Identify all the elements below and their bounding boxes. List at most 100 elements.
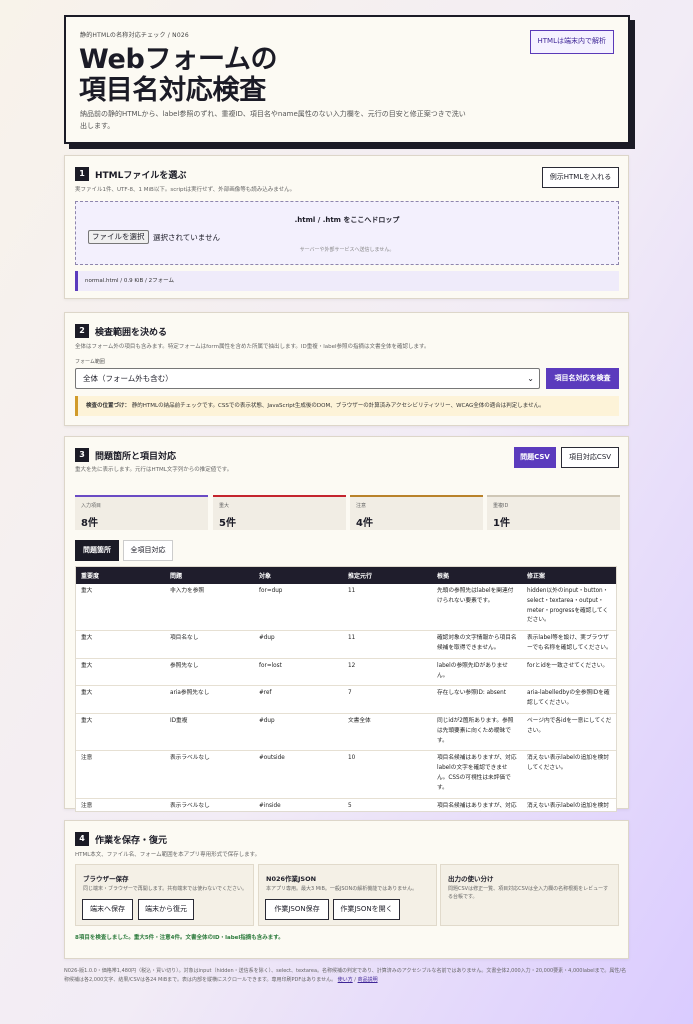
scope-note: 検査の位置づけ： 静的HTMLの納品前チェックです。CSSでの表示状態、Java… <box>75 396 619 416</box>
severity-cell: 重大 <box>76 658 165 687</box>
step2-desc: 全体はフォーム外の項目も含みます。特定フォームはform属性を含めた所属で抽出し… <box>75 344 430 350</box>
line-cell: 11 <box>343 630 432 659</box>
fix-cell: forとidを一致させてください。 <box>522 658 616 687</box>
fix-cell: 表示label等を設け、実ブラウザーでも名称を確認してください。 <box>522 630 616 659</box>
col-target[interactable]: 対象 <box>254 567 343 584</box>
issues-table-wrapper[interactable]: 重要度 問題 対象 推定元行 根拠 修正案 重大 非入力を参照 for=dup 11 先… <box>75 566 617 812</box>
issue-cell: aria参照先なし <box>165 685 254 714</box>
col-basis[interactable]: 根拠 <box>432 567 522 584</box>
drop-zone-note: サーバーや外部サービスへ送信しません。 <box>299 247 395 253</box>
line-cell: 10 <box>343 750 432 799</box>
basis-cell: 存在しない参照ID: absent <box>432 685 522 714</box>
target-cell: for=lost <box>254 658 343 687</box>
basis-cell: 確認対象の文字情報から項目名候補を取得できません。 <box>432 630 522 659</box>
note-text: 静的HTMLの納品前チェックです。CSSでの表示状態、JavaScript生成後… <box>131 403 545 409</box>
output-usage-card: 出力の使い分け 問題CSVは修正一覧、項目対応CSVは全入力欄の名称根拠をレビュ… <box>440 864 619 926</box>
basis-cell: 項目名候補はありますが、対応labelの文字を確認できません。 <box>432 798 522 811</box>
issue-cell: 非入力を参照 <box>165 584 254 632</box>
table-row: 重大 aria参照先なし #ref 7 存在しない参照ID: absent aria-la… <box>76 685 616 714</box>
scope-select[interactable]: 全体（フォーム外も含む） ⌄ <box>75 368 540 389</box>
line-cell: 7 <box>343 685 432 714</box>
issue-cell: 項目名なし <box>165 630 254 659</box>
severity-cell: 重大 <box>76 713 165 752</box>
stat-duplicate-id: 重複ID 1件 <box>487 495 620 530</box>
status-message: 8項目を検査しました。重大5件・注意4件。文書全体のID・label指摘も含みま… <box>75 935 284 941</box>
title-line-1: Webフォームの <box>79 44 278 75</box>
line-cell: 11 <box>343 584 432 632</box>
restore-local-button[interactable]: 端末から復元 <box>138 899 194 920</box>
step2-panel: 2 検査範囲を決める 全体はフォーム外の項目も含みます。特定フォームはform属… <box>64 312 629 426</box>
target-cell: #dup <box>254 630 343 659</box>
file-status: 選択されていません <box>153 233 221 242</box>
step-number: 2 <box>75 324 89 338</box>
issue-cell: 表示ラベルなし <box>165 750 254 799</box>
step1-panel: 1 HTMLファイルを選ぶ 実ファイル1件、UTF-8、1 MiB以下。scri… <box>64 155 629 299</box>
col-line[interactable]: 推定元行 <box>343 567 432 584</box>
step3-panel: 3 問題箇所と項目対応 重大を先に表示します。元行はHTML文字列からの推定値で… <box>64 436 629 812</box>
card-title: 出力の使い分け <box>448 875 494 883</box>
issues-csv-button[interactable]: 問題CSV <box>514 447 556 468</box>
step1-header: 1 HTMLファイルを選ぶ <box>75 167 186 181</box>
table-row: 重大 ID重複 #dup 文書全体 同じidが2箇所あります。参照は先頭要素に向くため曖… <box>76 713 616 752</box>
col-issue[interactable]: 問題 <box>165 567 254 584</box>
open-json-button[interactable]: 作業JSONを開く <box>333 899 400 920</box>
target-cell: #ref <box>254 685 343 714</box>
save-json-button[interactable]: 作業JSON保存 <box>265 899 329 920</box>
severity-cell: 重大 <box>76 584 165 632</box>
stat-value: 8件 <box>81 518 98 529</box>
save-local-button[interactable]: 端末へ保存 <box>82 899 133 920</box>
card-title: N026作業JSON <box>266 875 317 883</box>
col-fix[interactable]: 修正案 <box>522 567 616 584</box>
work-json-card: N026作業JSON 本アプリ専用。最大3 MiB。一般JSONの解析機能ではあ… <box>258 864 437 926</box>
step1-title: HTMLファイルを選ぶ <box>95 170 187 181</box>
col-severity[interactable]: 重要度 <box>76 567 165 584</box>
product-link[interactable]: 商品説明 <box>358 977 378 983</box>
fix-cell: 消えない表示labelの追加を検討してください。 <box>522 798 616 811</box>
issue-cell: 参照先なし <box>165 658 254 687</box>
tab-issues[interactable]: 問題箇所 <box>75 540 119 561</box>
issue-cell: 表示ラベルなし <box>165 798 254 811</box>
card-title: ブラウザー保存 <box>83 875 129 883</box>
load-sample-button[interactable]: 例示HTMLを入れる <box>542 167 619 188</box>
target-cell: #outside <box>254 750 343 799</box>
step4-panel: 4 作業を保存・復元 HTML本文、ファイル名、フォーム範囲を本アプリ専用形式で… <box>64 820 629 959</box>
step2-title: 検査範囲を決める <box>95 327 168 338</box>
usage-link[interactable]: 使い方 <box>338 977 353 983</box>
step2-header: 2 検査範囲を決める <box>75 324 167 338</box>
local-analysis-badge: HTMLは端末内で解析 <box>529 30 614 54</box>
table-header-row: 重要度 問題 対象 推定元行 根拠 修正案 <box>76 567 616 584</box>
fix-cell: aria-labelledbyの全参照IDを確認してください。 <box>522 685 616 714</box>
file-info: normal.html / 0.9 KiB / 2フォーム <box>75 271 619 291</box>
run-check-button[interactable]: 項目名対応を検査 <box>546 368 619 389</box>
severity-cell: 重大 <box>76 630 165 659</box>
line-cell: 5 <box>343 798 432 811</box>
chevron-down-icon: ⌄ <box>527 374 534 383</box>
step3-desc: 重大を先に表示します。元行はHTML文字列からの推定値です。 <box>75 467 233 473</box>
step3-header: 3 問題箇所と項目対応 <box>75 448 176 462</box>
basis-cell: 同じidが2箇所あります。参照は先頭要素に向くため曖昧です。 <box>432 713 522 752</box>
stat-label: 入力項目 <box>81 503 102 509</box>
fix-cell: 消えない表示labelの追加を検討してください。 <box>522 750 616 799</box>
table-row: 重大 非入力を参照 for=dup 11 先頭の参照先はlabelを関連付けられない要素… <box>76 584 616 632</box>
table-row: 重大 項目名なし #dup 11 確認対象の文字情報から項目名候補を取得できません。 表示… <box>76 630 616 659</box>
card-desc: 本アプリ専用。最大3 MiB。一般JSONの解析機能ではありません。 <box>266 886 418 892</box>
stat-fields: 入力項目 8件 <box>75 495 208 530</box>
table-row: 注意表示ラベルなし#inside5項目名候補はありますが、対応labelの文字を… <box>76 798 616 811</box>
step4-title: 作業を保存・復元 <box>95 835 168 846</box>
target-cell: for=dup <box>254 584 343 632</box>
issues-table: 重要度 問題 対象 推定元行 根拠 修正案 重大 非入力を参照 for=dup 11 先… <box>76 567 616 811</box>
choose-file-button[interactable]: ファイルを選択 <box>88 230 149 244</box>
stat-warning: 注意 4件 <box>350 495 483 530</box>
drop-zone-title: .html / .htm をここへドロップ <box>294 216 400 224</box>
step-number: 4 <box>75 832 89 846</box>
step-number: 1 <box>75 167 89 181</box>
drop-zone[interactable]: .html / .htm をここへドロップ ファイルを選択 選択されていません … <box>75 201 619 265</box>
tab-all-fields[interactable]: 全項目対応 <box>123 540 173 561</box>
step-number: 3 <box>75 448 89 462</box>
line-cell: 12 <box>343 658 432 687</box>
fields-csv-button[interactable]: 項目対応CSV <box>561 447 619 468</box>
card-desc: 問題CSVは修正一覧、項目対応CSVは全入力欄の名称根拠をレビューする台帳です。 <box>448 886 609 900</box>
issue-cell: ID重複 <box>165 713 254 752</box>
step3-title: 問題箇所と項目対応 <box>95 451 177 462</box>
step4-header: 4 作業を保存・復元 <box>75 832 167 846</box>
